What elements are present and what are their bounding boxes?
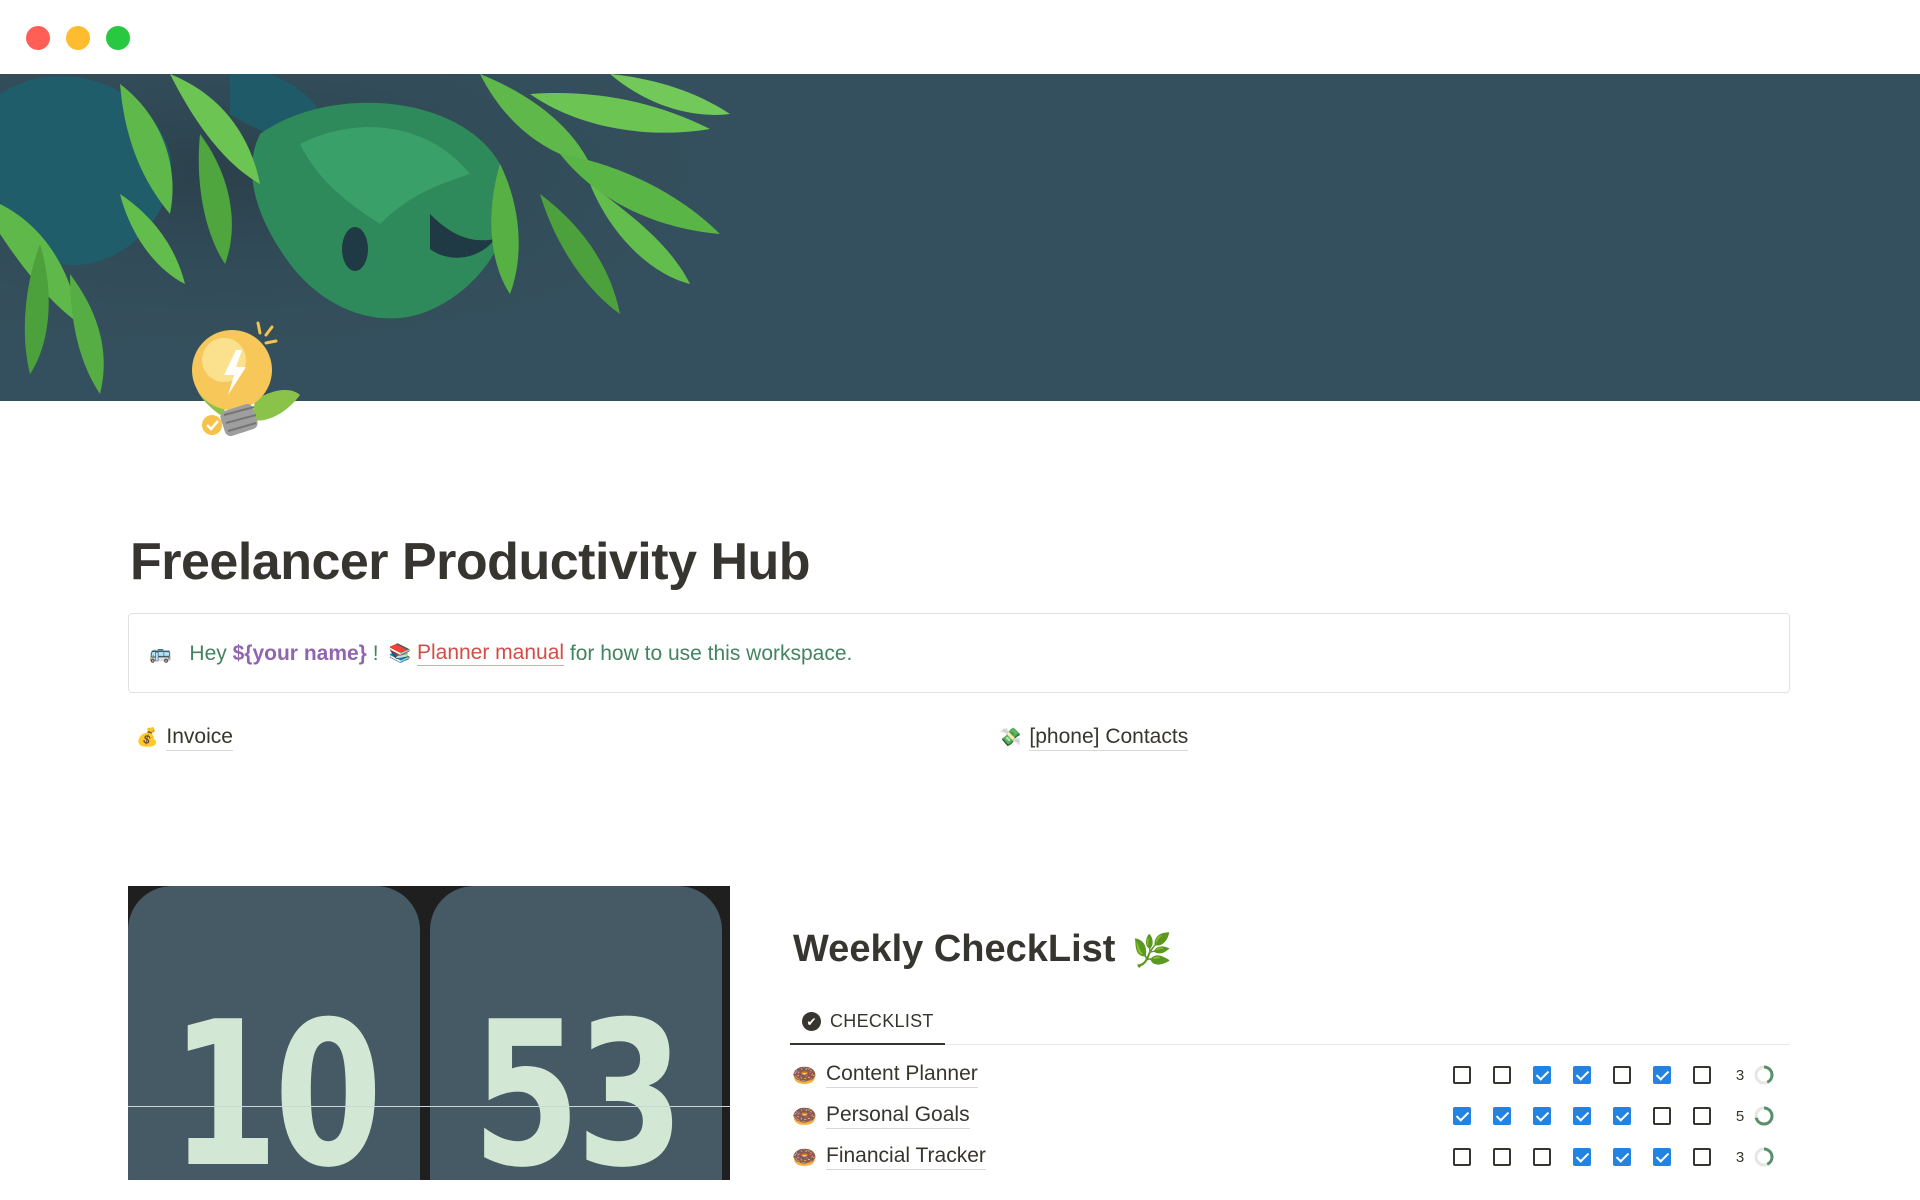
checklist-row-name[interactable]: Personal Goals xyxy=(826,1102,970,1129)
clock-minutes-card: 53 xyxy=(430,886,722,1180)
day-checkbox[interactable] xyxy=(1533,1148,1551,1166)
check-circle-icon: ✔ xyxy=(802,1012,821,1031)
contacts-page-link[interactable]: 💸 [phone] Contacts xyxy=(999,724,1189,751)
clock-minutes: 53 xyxy=(472,979,684,1181)
day-checkbox[interactable] xyxy=(1493,1148,1511,1166)
day-checkbox[interactable] xyxy=(1653,1066,1671,1084)
progress-ring-icon xyxy=(1754,1147,1774,1167)
callout-greeting: Hey xyxy=(189,641,227,665)
close-window-button[interactable] xyxy=(26,26,50,50)
day-checkbox[interactable] xyxy=(1613,1107,1631,1125)
progress-ring-icon xyxy=(1754,1065,1774,1085)
checked-count: 5 xyxy=(1735,1108,1745,1125)
page-title[interactable]: Freelancer Productivity Hub xyxy=(130,532,811,592)
clock-divider xyxy=(128,1106,730,1107)
day-checkbox[interactable] xyxy=(1653,1148,1671,1166)
checklist-row[interactable]: 🍩 Personal Goals 5 xyxy=(790,1096,1790,1136)
day-checkbox[interactable] xyxy=(1693,1107,1711,1125)
clock-hours-card: 10 xyxy=(128,886,420,1180)
progress-ring-icon xyxy=(1754,1106,1774,1126)
maximize-window-button[interactable] xyxy=(106,26,130,50)
checklist-row-name[interactable]: Financial Tracker xyxy=(826,1143,986,1170)
callout-suffix: for how to use this workspace. xyxy=(569,641,853,665)
invoice-link-label: Invoice xyxy=(166,724,233,751)
lightbulb-icon[interactable] xyxy=(160,315,310,465)
day-checkbox[interactable] xyxy=(1653,1107,1671,1125)
checked-count: 3 xyxy=(1735,1067,1745,1084)
lightbulb-illustration xyxy=(192,321,300,437)
minimize-window-button[interactable] xyxy=(66,26,90,50)
contacts-link-label: [phone] Contacts xyxy=(1029,724,1189,751)
checked-count: 3 xyxy=(1735,1149,1745,1166)
money-wings-link-icon: 💸 xyxy=(999,727,1022,747)
donut-icon: 🍩 xyxy=(792,1106,817,1128)
tab-checklist-label: CHECKLIST xyxy=(830,1011,934,1031)
bus-icon: 🚌 xyxy=(149,643,172,663)
day-checkbox[interactable] xyxy=(1573,1107,1591,1125)
day-checkbox[interactable] xyxy=(1533,1066,1551,1084)
day-checkbox[interactable] xyxy=(1533,1107,1551,1125)
money-bag-link-icon: 💰 xyxy=(136,727,159,747)
checklist-title-text: Weekly CheckList xyxy=(793,928,1116,970)
checklist-row[interactable]: 🍩 Content Planner 3 xyxy=(790,1055,1790,1095)
planner-manual-link[interactable]: Planner manual xyxy=(416,641,565,666)
day-checkbox[interactable] xyxy=(1453,1107,1471,1125)
weekly-checklist-heading[interactable]: Weekly CheckList 🌿 xyxy=(793,928,1172,971)
day-checkbox[interactable] xyxy=(1573,1148,1591,1166)
welcome-callout: 🚌 Hey ${your name} ! 📚 Planner manual fo… xyxy=(128,613,1790,693)
invoice-page-link[interactable]: 💰 Invoice xyxy=(136,724,233,751)
day-checkbox[interactable] xyxy=(1453,1148,1471,1166)
checklist-row-name[interactable]: Content Planner xyxy=(826,1061,978,1088)
day-checkbox[interactable] xyxy=(1693,1066,1711,1084)
herb-icon: 🌿 xyxy=(1132,932,1172,968)
donut-icon: 🍩 xyxy=(792,1065,817,1087)
donut-icon: 🍩 xyxy=(792,1147,817,1169)
day-checkbox[interactable] xyxy=(1453,1066,1471,1084)
clock-hours: 10 xyxy=(170,979,382,1181)
callout-exclaim: ! xyxy=(372,641,379,665)
day-checkbox[interactable] xyxy=(1613,1148,1631,1166)
day-checkbox[interactable] xyxy=(1493,1066,1511,1084)
window-titlebar xyxy=(0,0,1920,74)
bookshelf-link-icon: 📚 xyxy=(388,643,411,663)
checklist-row[interactable]: 🍩 Financial Tracker 3 xyxy=(790,1137,1790,1177)
callout-text-line: 🚌 Hey ${your name} ! 📚 Planner manual fo… xyxy=(149,641,852,666)
name-placeholder-text: ${your name} xyxy=(232,641,367,665)
checklist-view-tabs: ✔ CHECKLIST xyxy=(790,1000,1790,1045)
day-checkbox[interactable] xyxy=(1693,1148,1711,1166)
flip-clock-widget: 10 53 xyxy=(128,886,730,1180)
day-checkbox[interactable] xyxy=(1573,1066,1591,1084)
day-checkbox[interactable] xyxy=(1493,1107,1511,1125)
tab-checklist[interactable]: ✔ CHECKLIST xyxy=(790,1000,945,1045)
day-checkbox[interactable] xyxy=(1613,1066,1631,1084)
